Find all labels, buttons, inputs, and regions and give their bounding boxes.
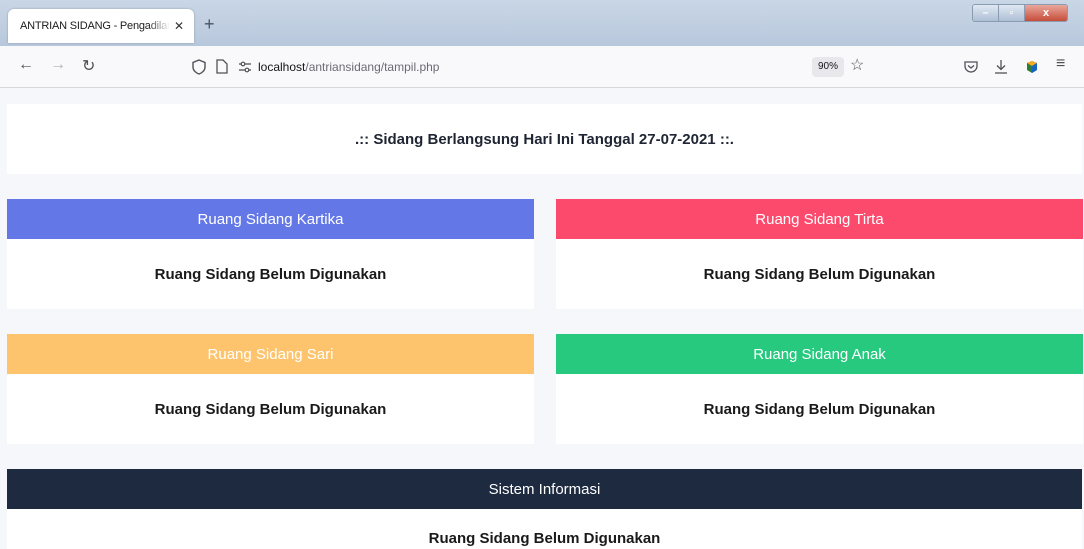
url-text[interactable]: localhost/antriansidang/tampil.php bbox=[258, 60, 439, 74]
room-card-anak: Ruang Sidang Anak Ruang Sidang Belum Dig… bbox=[556, 334, 1083, 444]
window-controls: – ▫ x bbox=[972, 4, 1068, 22]
reload-icon[interactable]: ↻ bbox=[82, 56, 95, 76]
extension-icon[interactable] bbox=[1024, 59, 1040, 75]
room-name: Ruang Sidang Anak bbox=[753, 345, 886, 363]
info-header: Sistem Informasi bbox=[7, 469, 1082, 509]
shield-icon bbox=[192, 59, 206, 75]
tab-title: ANTRIAN SIDANG - Pengadilan bbox=[20, 20, 170, 32]
page-icon bbox=[216, 59, 228, 74]
info-status: Ruang Sidang Belum Digunakan bbox=[428, 530, 661, 547]
url-path: /antriansidang/tampil.php bbox=[305, 60, 440, 74]
room-name: Ruang Sidang Kartika bbox=[197, 210, 344, 228]
date-header: .:: Sidang Berlangsung Hari Ini Tanggal … bbox=[7, 104, 1082, 174]
close-tab-icon[interactable]: ✕ bbox=[174, 19, 184, 33]
window-close-button[interactable]: x bbox=[1025, 5, 1067, 21]
permissions-icon[interactable] bbox=[238, 61, 252, 73]
room-status: Ruang Sidang Belum Digunakan bbox=[154, 265, 387, 283]
page-content: .:: Sidang Berlangsung Hari Ini Tanggal … bbox=[0, 88, 1084, 549]
zoom-indicator[interactable]: 90% bbox=[812, 57, 844, 77]
room-header: Ruang Sidang Sari bbox=[7, 334, 534, 374]
url-host: localhost bbox=[258, 60, 306, 74]
info-title: Sistem Informasi bbox=[488, 480, 601, 498]
info-card: Sistem Informasi Ruang Sidang Belum Digu… bbox=[7, 469, 1082, 549]
new-tab-button[interactable]: + bbox=[204, 14, 215, 35]
menu-icon[interactable]: ≡ bbox=[1056, 55, 1065, 73]
maximize-button[interactable]: ▫ bbox=[999, 5, 1025, 21]
browser-tab-bar: ANTRIAN SIDANG - Pengadilan ✕ + – ▫ x bbox=[0, 0, 1084, 46]
room-status: Ruang Sidang Belum Digunakan bbox=[703, 400, 936, 418]
room-card-kartika: Ruang Sidang Kartika Ruang Sidang Belum … bbox=[7, 199, 534, 309]
room-card-sari: Ruang Sidang Sari Ruang Sidang Belum Dig… bbox=[7, 334, 534, 444]
room-name: Ruang Sidang Sari bbox=[207, 345, 334, 363]
room-name: Ruang Sidang Tirta bbox=[755, 210, 884, 228]
browser-nav-bar: ← → ↻ localhost/antriansidang/tampil.php… bbox=[0, 46, 1084, 88]
download-icon[interactable] bbox=[994, 59, 1008, 74]
browser-tab[interactable]: ANTRIAN SIDANG - Pengadilan ✕ bbox=[8, 9, 194, 43]
room-header: Ruang Sidang Tirta bbox=[556, 199, 1083, 239]
room-status: Ruang Sidang Belum Digunakan bbox=[703, 265, 936, 283]
minimize-button[interactable]: – bbox=[973, 5, 999, 21]
back-arrow-icon[interactable]: ← bbox=[18, 56, 34, 74]
forward-arrow-icon[interactable]: → bbox=[50, 56, 66, 74]
room-card-tirta: Ruang Sidang Tirta Ruang Sidang Belum Di… bbox=[556, 199, 1083, 309]
page-title: .:: Sidang Berlangsung Hari Ini Tanggal … bbox=[355, 130, 734, 148]
bookmark-star-icon[interactable]: ☆ bbox=[850, 55, 864, 75]
room-header: Ruang Sidang Kartika bbox=[7, 199, 534, 239]
room-status: Ruang Sidang Belum Digunakan bbox=[154, 400, 387, 418]
pocket-icon[interactable] bbox=[964, 60, 978, 73]
room-header: Ruang Sidang Anak bbox=[556, 334, 1083, 374]
